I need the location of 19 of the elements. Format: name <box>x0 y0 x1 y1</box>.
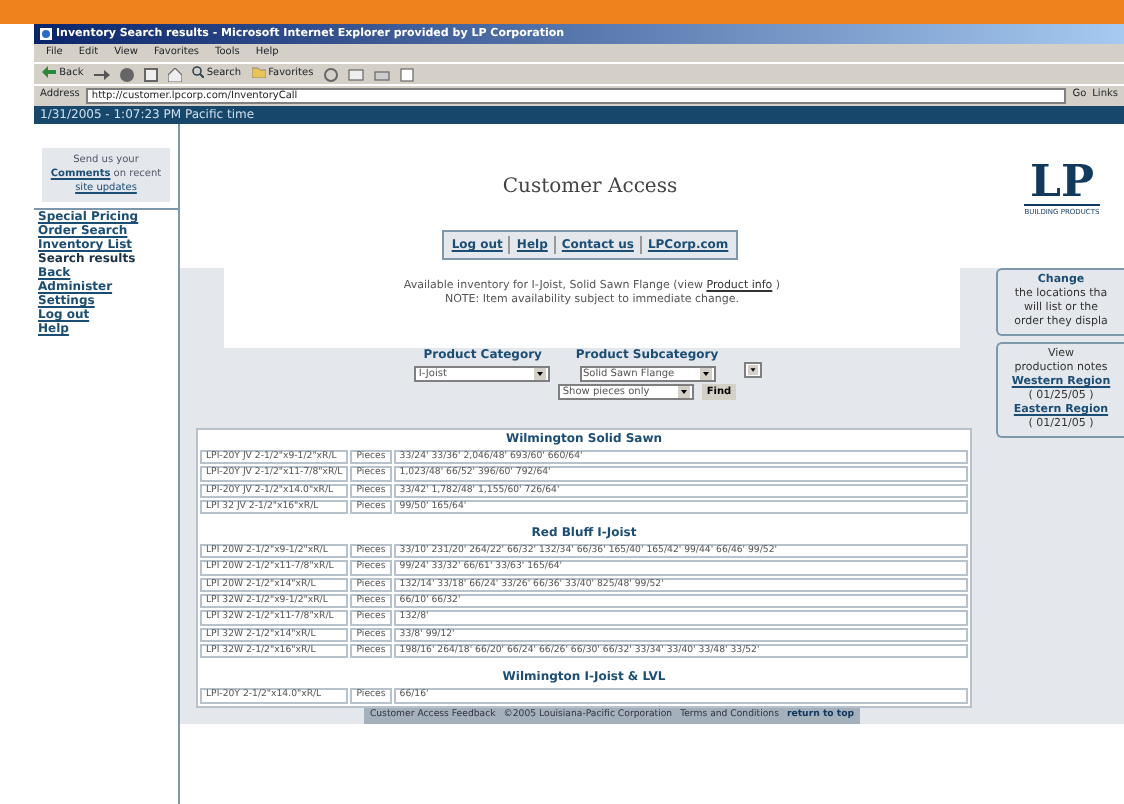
folder-icon[interactable] <box>251 66 266 79</box>
dropdown-arrow-icon <box>747 364 758 376</box>
print-icon[interactable] <box>373 67 390 81</box>
magnifier-icon[interactable] <box>191 66 204 79</box>
small-select[interactable] <box>743 362 762 378</box>
back-arrow-icon[interactable] <box>42 66 56 79</box>
edit-icon[interactable] <box>399 67 414 81</box>
dropdown-arrow-icon <box>678 386 691 398</box>
forward-icon[interactable] <box>93 67 110 81</box>
stop-icon[interactable] <box>119 67 134 81</box>
dropdown-arrow-icon <box>534 368 547 380</box>
home-icon[interactable] <box>167 67 182 81</box>
logo-text: LP <box>1029 160 1094 204</box>
history-icon[interactable] <box>323 67 338 81</box>
mail-icon[interactable] <box>347 67 364 81</box>
dropdown-arrow-icon <box>699 368 711 380</box>
refresh-icon[interactable] <box>143 67 158 81</box>
page-title: Customer Access <box>502 174 678 202</box>
ie-window-icon[interactable] <box>40 28 52 40</box>
